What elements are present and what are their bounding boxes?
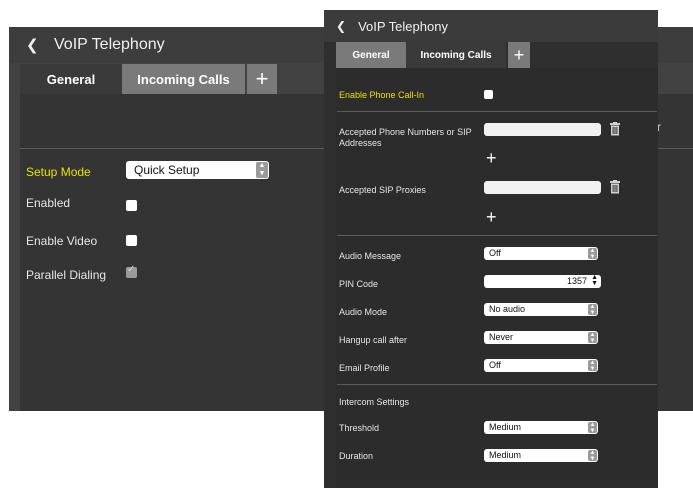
- page-title: VoIP Telephony: [358, 18, 448, 34]
- intercom-settings-heading: Intercom Settings: [339, 397, 410, 407]
- audio-mode-label: Audio Mode: [339, 307, 388, 317]
- tab-incoming-calls[interactable]: Incoming Calls: [122, 64, 245, 94]
- parallel-dialing-checkbox[interactable]: [126, 264, 137, 278]
- accepted-proxies-input[interactable]: [484, 181, 601, 194]
- hangup-label: Hangup call after: [339, 335, 408, 345]
- pin-code-value: 1357: [566, 276, 587, 286]
- threshold-value: Medium: [489, 422, 522, 432]
- chevron-updown-icon: ▲ ▼: [588, 360, 597, 372]
- audio-mode-select[interactable]: No audio ▲ ▼: [484, 303, 598, 316]
- enable-video-label: Enable Video: [26, 234, 98, 248]
- chevron-updown-icon: ▲ ▼: [588, 422, 597, 434]
- trash-icon[interactable]: [609, 180, 621, 194]
- divider: [337, 111, 657, 112]
- parallel-dialing-label: Parallel Dialing: [26, 268, 107, 282]
- hangup-value: Never: [489, 332, 514, 342]
- duration-value: Medium: [489, 450, 522, 460]
- email-profile-label: Email Profile: [339, 363, 390, 373]
- chevron-updown-icon: ▲ ▼: [588, 450, 597, 462]
- duration-select[interactable]: Medium ▲ ▼: [484, 449, 598, 462]
- enable-call-in-checkbox[interactable]: [484, 90, 493, 99]
- tab-general[interactable]: General: [20, 64, 122, 94]
- add-number-button[interactable]: +: [486, 149, 497, 167]
- pin-code-stepper[interactable]: 1357 ▲ ▼: [484, 274, 601, 288]
- stepper-arrows-icon[interactable]: ▲ ▼: [591, 274, 598, 287]
- divider: [337, 384, 657, 385]
- email-profile-value: Off: [489, 360, 501, 370]
- setup-mode-select[interactable]: Quick Setup ▲ ▼: [126, 161, 269, 179]
- accepted-numbers-input[interactable]: [484, 123, 601, 136]
- enable-video-checkbox[interactable]: [126, 235, 137, 246]
- add-tab-button[interactable]: +: [508, 42, 530, 68]
- audio-message-select[interactable]: Off ▲ ▼: [484, 247, 598, 260]
- divider: [337, 235, 657, 236]
- pin-code-label: PIN Code: [339, 279, 379, 289]
- chevron-updown-icon: ▲ ▼: [256, 162, 268, 178]
- enable-call-in-label: Enable Phone Call-In: [339, 90, 425, 100]
- chevron-updown-icon: ▲ ▼: [588, 304, 597, 316]
- chevron-left-icon[interactable]: ❮: [26, 36, 40, 54]
- audio-mode-value: No audio: [489, 304, 526, 314]
- chevron-updown-icon: ▲ ▼: [588, 332, 597, 344]
- accepted-numbers-label: Accepted Phone Numbers or SIP Addresses: [339, 127, 472, 148]
- audio-message-value: Off: [489, 248, 501, 258]
- enabled-checkbox[interactable]: [126, 200, 137, 211]
- chevron-updown-icon: ▲ ▼: [588, 248, 597, 260]
- hangup-select[interactable]: Never ▲ ▼: [484, 331, 598, 344]
- window-header: ❮ VoIP Telephony: [324, 10, 658, 42]
- setup-mode-label: Setup Mode: [26, 165, 91, 179]
- accepted-proxies-label: Accepted SIP Proxies: [339, 185, 426, 195]
- add-tab-button[interactable]: +: [247, 64, 277, 94]
- email-profile-select[interactable]: Off ▲ ▼: [484, 359, 598, 372]
- add-proxy-button[interactable]: +: [486, 208, 497, 226]
- tab-incoming-calls[interactable]: Incoming Calls: [406, 42, 506, 68]
- threshold-select[interactable]: Medium ▲ ▼: [484, 421, 598, 434]
- threshold-label: Threshold: [339, 423, 380, 433]
- trash-icon[interactable]: [609, 122, 621, 136]
- enabled-label: Enabled: [26, 196, 71, 210]
- incoming-calls-window: ❮ VoIP Telephony General Incoming Calls …: [324, 10, 658, 488]
- duration-label: Duration: [339, 451, 374, 461]
- audio-message-label: Audio Message: [339, 251, 402, 261]
- chevron-left-icon[interactable]: ❮: [336, 19, 346, 33]
- page-title: VoIP Telephony: [54, 36, 165, 53]
- tab-general[interactable]: General: [336, 42, 406, 68]
- tab-bar: General Incoming Calls +: [336, 42, 530, 68]
- tab-bar: General Incoming Calls +: [20, 64, 277, 94]
- setup-mode-value: Quick Setup: [134, 163, 200, 177]
